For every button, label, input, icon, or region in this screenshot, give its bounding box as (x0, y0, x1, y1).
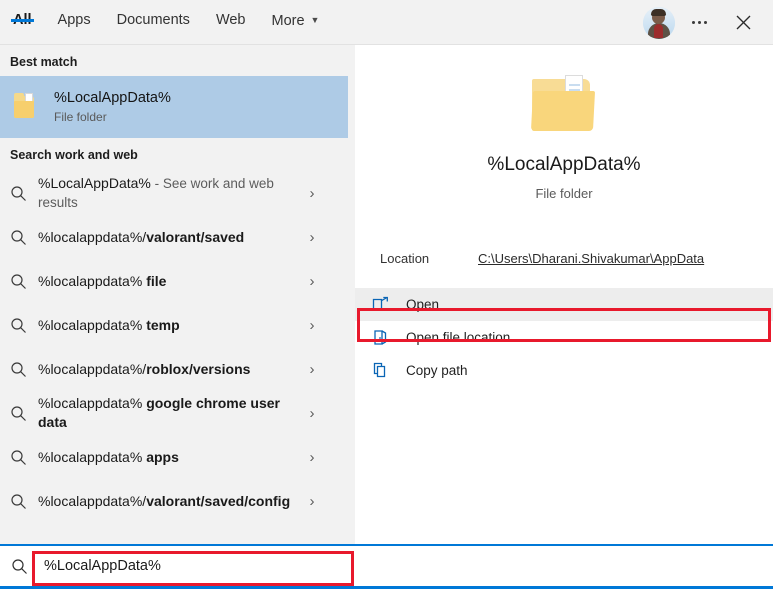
open-external-icon (372, 296, 406, 313)
windows-search-flyout: All Apps Documents Web More ▼ Best match… (0, 0, 773, 589)
search-result-item[interactable]: %localappdata%/valorant/saved › (0, 215, 355, 259)
chevron-down-icon: ▼ (310, 15, 320, 25)
search-result-label: %localappdata%/valorant/saved/config (38, 492, 291, 509)
more-options-button[interactable] (679, 4, 719, 42)
tab-web-label: Web (215, 12, 246, 28)
copy-icon (372, 362, 406, 379)
search-result-item[interactable]: %localappdata%/roblox/versions › (0, 347, 355, 391)
search-icon (10, 361, 38, 378)
search-result-label: %LocalAppData% - See work and web result… (38, 175, 274, 210)
open-folder-icon (372, 329, 406, 346)
close-button[interactable] (723, 4, 763, 42)
tab-apps-label: Apps (57, 12, 91, 28)
close-icon (736, 15, 750, 30)
search-icon (10, 185, 38, 202)
location-link[interactable]: C:\Users\Dharani.Shivakumar\AppData (478, 251, 704, 266)
chevron-right-icon: › (309, 360, 315, 378)
search-result-label: %localappdata%/roblox/versions (38, 360, 251, 377)
best-match-text: %LocalAppData% File folder (54, 89, 171, 124)
tab-documents[interactable]: Documents (104, 0, 203, 29)
search-result-item[interactable]: %localappdata% temp › (0, 303, 355, 347)
best-match-title: %LocalAppData% (54, 90, 171, 107)
avatar-hair (651, 8, 666, 16)
search-icon (10, 229, 38, 246)
folder-large-icon (526, 73, 602, 135)
ellipsis-icon (691, 21, 707, 24)
web-results-list: %LocalAppData% - See work and web result… (0, 169, 355, 523)
search-icon (10, 317, 38, 334)
filter-tabs: All Apps Documents Web More ▼ (0, 0, 332, 45)
preview-title: %LocalAppData% (487, 154, 641, 175)
chevron-right-icon: › (309, 448, 315, 466)
preview-header: %LocalAppData% File folder (355, 45, 773, 203)
search-result-item[interactable]: %localappdata% file › (0, 259, 355, 303)
preview-pane: %LocalAppData% File folder Location C:\U… (355, 45, 773, 544)
action-copy-path-label: Copy path (406, 363, 468, 378)
search-result-label: %localappdata% temp (38, 316, 180, 333)
action-open-label: Open (406, 297, 440, 312)
best-match-subtitle: File folder (54, 109, 107, 124)
avatar-shirt (654, 23, 663, 38)
search-input[interactable] (38, 551, 773, 581)
search-icon (10, 273, 38, 290)
action-open-file-location[interactable]: Open file location (355, 321, 773, 354)
results-pane: Best match %LocalAppData% File folder Se… (0, 45, 355, 544)
tab-web[interactable]: Web (203, 0, 259, 29)
search-icon (0, 558, 38, 575)
action-copy-path[interactable]: Copy path (355, 354, 773, 387)
location-label: Location (380, 250, 430, 266)
search-header: All Apps Documents Web More ▼ (0, 0, 773, 45)
search-icon (10, 405, 38, 422)
tab-all-label: All (13, 12, 32, 28)
tab-more-label: More (271, 13, 305, 29)
chevron-right-icon: › (309, 404, 315, 422)
chevron-right-icon: › (309, 228, 315, 246)
search-bar[interactable] (0, 544, 773, 589)
search-result-item[interactable]: %LocalAppData% - See work and web result… (0, 171, 355, 215)
chevron-right-icon: › (309, 492, 315, 510)
search-result-item[interactable]: %localappdata% google chrome user data › (0, 391, 355, 435)
search-result-item[interactable]: %localappdata% apps › (0, 435, 355, 479)
preview-subtitle: File folder (535, 186, 593, 201)
tab-all[interactable]: All (0, 0, 45, 29)
chevron-right-icon: › (309, 184, 315, 202)
chevron-right-icon: › (309, 272, 315, 290)
search-result-label: %localappdata% apps (38, 448, 179, 465)
tab-more[interactable]: More ▼ (259, 0, 333, 30)
tab-apps[interactable]: Apps (45, 0, 104, 29)
web-search-heading: Search work and web (10, 148, 138, 162)
search-icon (10, 493, 38, 510)
best-match-item[interactable]: %LocalAppData% File folder (0, 76, 348, 138)
chevron-right-icon: › (309, 316, 315, 334)
search-result-label: %localappdata% file (38, 272, 167, 289)
search-result-item[interactable]: %localappdata%/valorant/saved/config › (0, 479, 355, 523)
folder-icon (10, 90, 44, 124)
search-result-label: %localappdata%/valorant/saved (38, 228, 245, 245)
search-result-label: %localappdata% google chrome user data (38, 395, 280, 430)
action-list: Open Open file location Copy path (355, 288, 773, 387)
tab-documents-label: Documents (116, 12, 190, 28)
action-open-file-location-label: Open file location (406, 330, 511, 345)
search-icon (10, 449, 38, 466)
avatar[interactable] (643, 6, 675, 39)
header-actions (643, 0, 763, 45)
action-open[interactable]: Open (355, 288, 773, 321)
location-row: Location C:\Users\Dharani.Shivakumar\App… (355, 245, 773, 271)
best-match-heading: Best match (10, 55, 78, 69)
